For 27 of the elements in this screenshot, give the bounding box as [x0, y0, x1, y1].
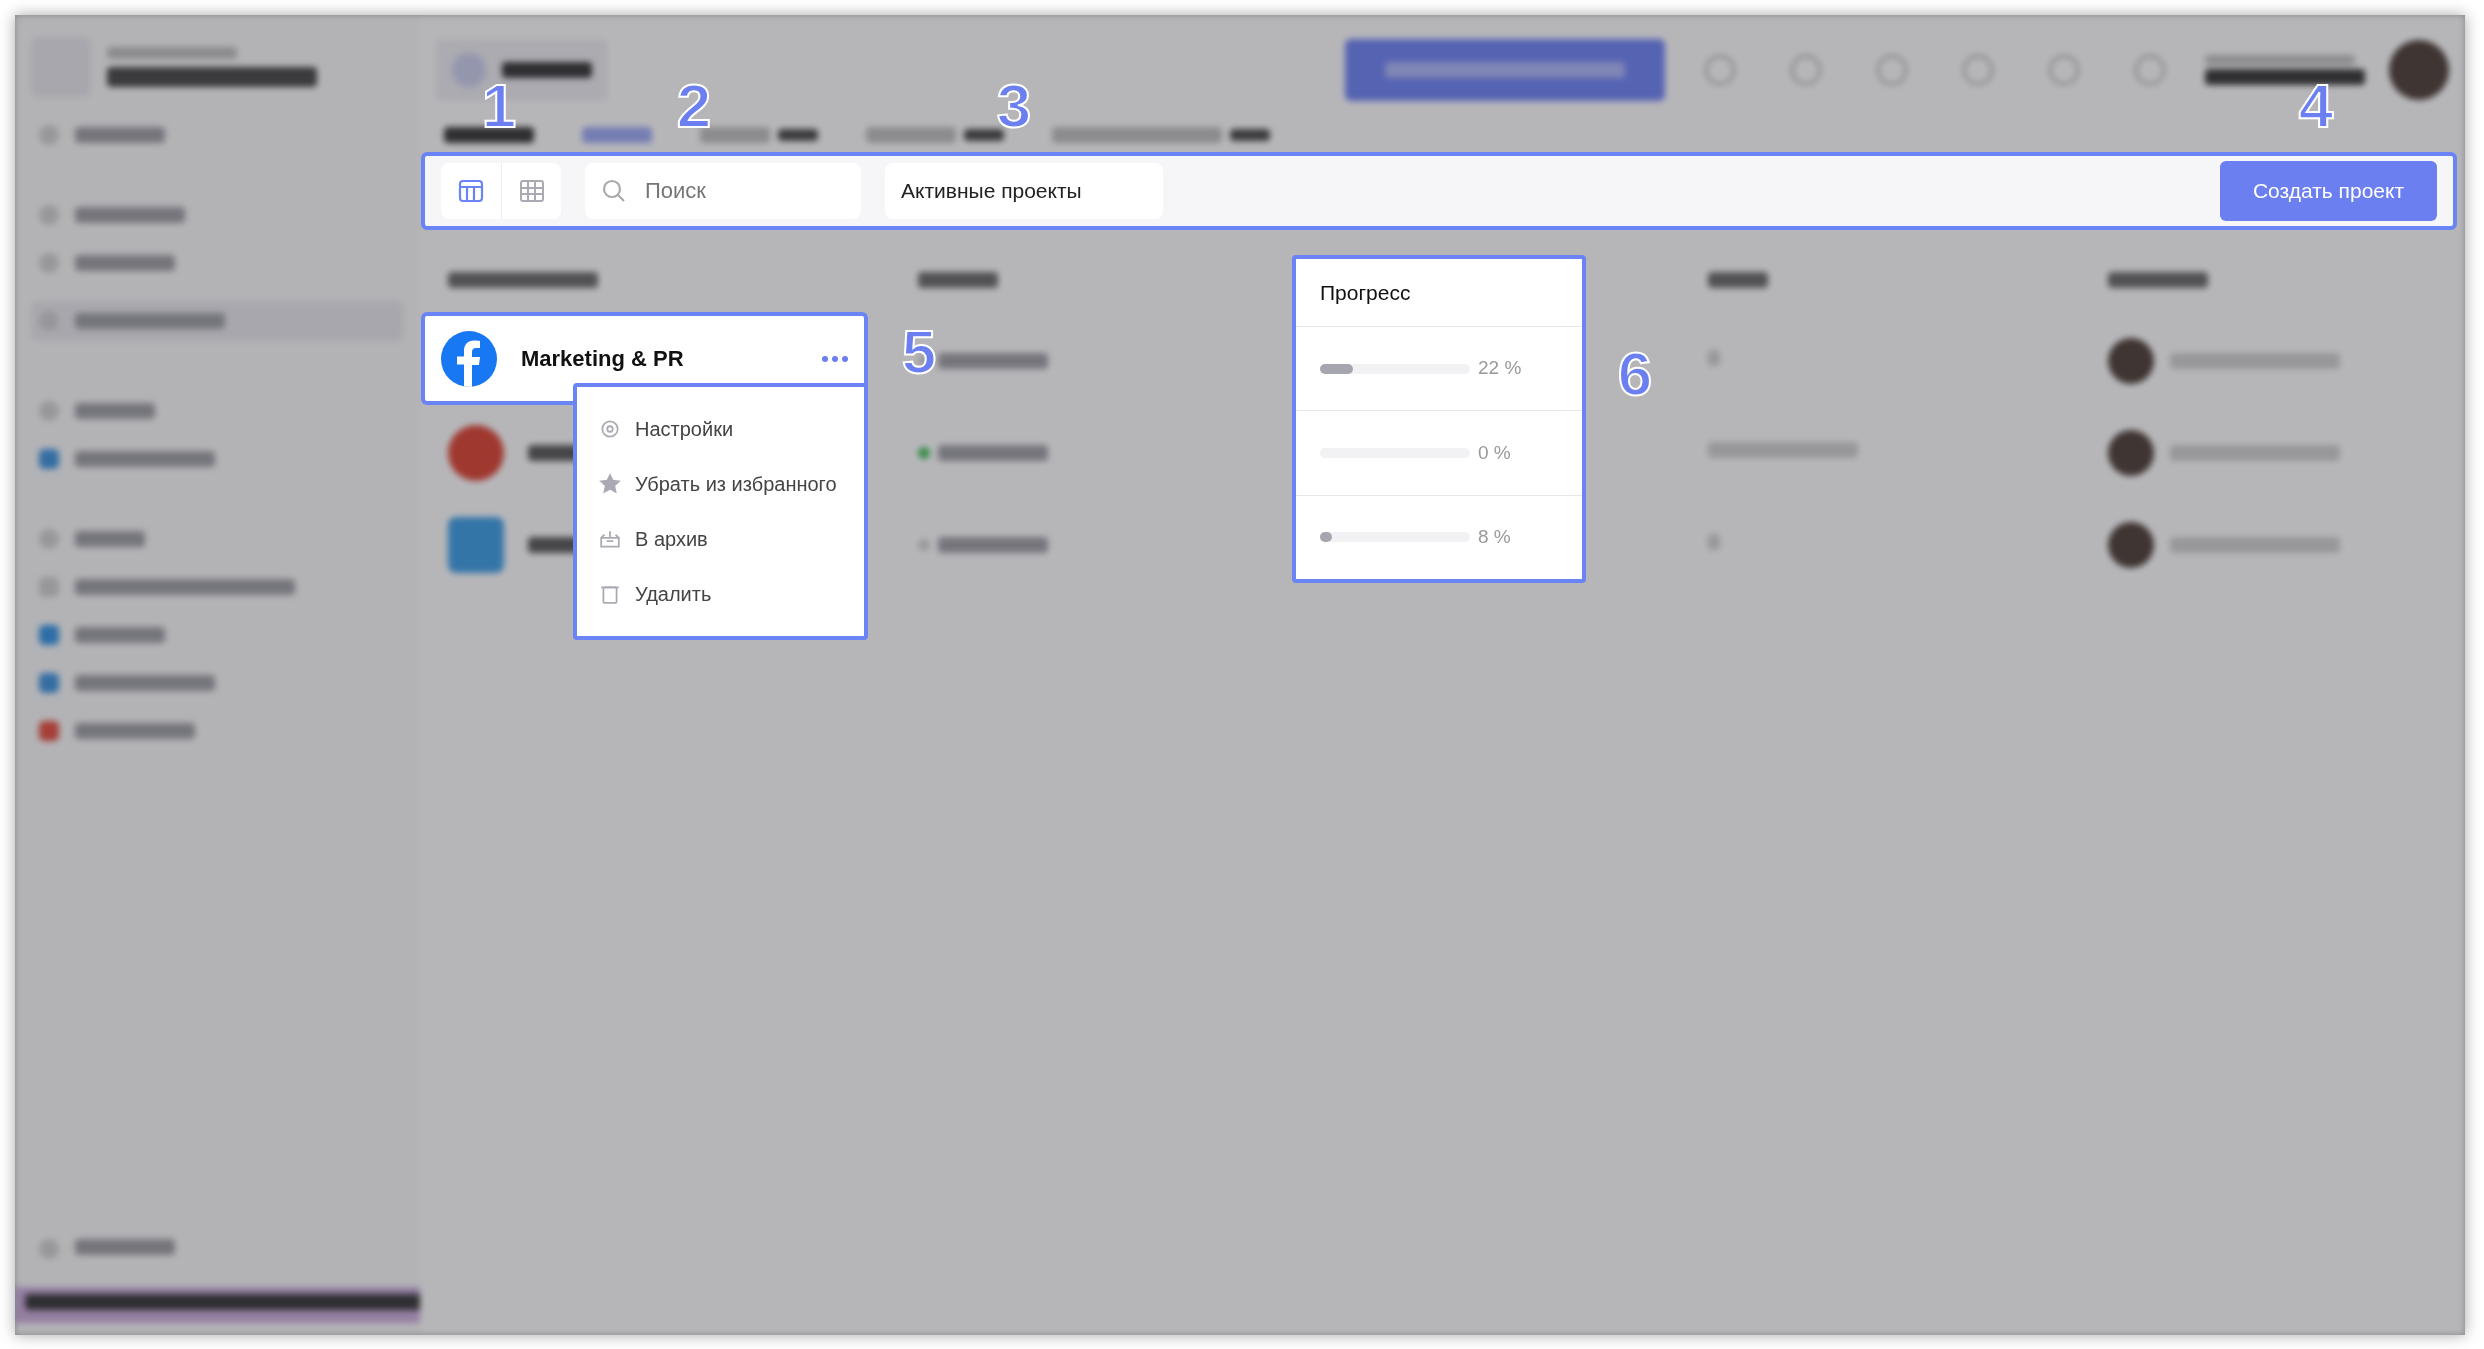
callout-number: 4 — [2298, 75, 2334, 137]
gear-icon — [599, 418, 621, 440]
callout-number: 3 — [996, 75, 1032, 137]
progress-reading: 0 % — [1478, 440, 1511, 465]
callout-number: 2 — [676, 75, 712, 137]
callout-number: 5 — [901, 321, 937, 383]
letter-f-logo-icon — [441, 330, 497, 387]
callout-number: 1 — [481, 75, 517, 137]
tray-icon — [599, 528, 621, 550]
menu-item[interactable]: Убрать из избранного — [577, 456, 864, 512]
star-icon — [599, 473, 621, 495]
menu-item[interactable]: Удалить — [577, 566, 864, 622]
search-field[interactable]: Поиск — [585, 163, 861, 219]
search-icon — [601, 178, 627, 204]
more-icon[interactable] — [822, 355, 848, 362]
progress-reading: 8 % — [1478, 525, 1511, 550]
column-header: Прогресс — [1296, 259, 1582, 327]
progress-reading: 22 % — [1478, 356, 1522, 381]
grid-icon — [517, 177, 546, 205]
table-view-button[interactable] — [501, 163, 561, 219]
callout-number: 6 — [1617, 343, 1653, 405]
board-view-button[interactable] — [441, 163, 501, 219]
create-project-button[interactable]: Создать проект — [2220, 161, 2437, 221]
columns-icon — [457, 177, 485, 205]
project-name: Marketing & PR — [521, 345, 685, 373]
filter-dropdown[interactable]: Активные проекты — [885, 163, 1163, 219]
menu-item[interactable]: В архив — [577, 511, 864, 567]
